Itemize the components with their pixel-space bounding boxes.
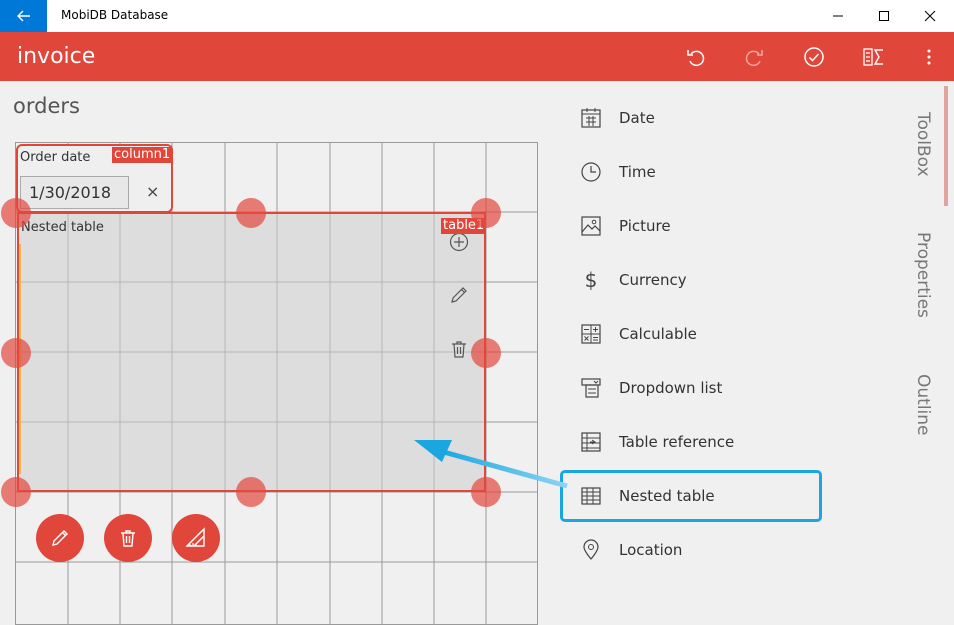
window-titlebar: MobiDB Database [0, 0, 954, 32]
side-tab-outline[interactable]: Outline [913, 374, 933, 436]
more-vertical-icon [927, 49, 931, 65]
edit-table-button[interactable] [448, 284, 470, 306]
resize-handle-bottom-left[interactable] [1, 477, 31, 507]
resize-fab-button[interactable] [172, 514, 220, 562]
formula-button[interactable] [861, 44, 887, 70]
nested-table-label: Nested table [21, 220, 104, 235]
table-reference-icon [580, 431, 602, 453]
tool-location[interactable]: Location [580, 536, 682, 564]
minimize-button[interactable] [815, 0, 861, 32]
tool-dropdown-list[interactable]: Dropdown list [580, 374, 722, 402]
save-confirm-button[interactable] [801, 44, 827, 70]
location-icon [580, 539, 602, 561]
undo-icon [687, 50, 705, 67]
tool-date-label: Date [619, 109, 655, 127]
resize-handle-bottom[interactable] [236, 477, 266, 507]
tool-time[interactable]: Time [580, 158, 656, 186]
tool-table-reference[interactable]: Table reference [580, 428, 734, 456]
column-tag: column1 [112, 147, 173, 163]
tool-time-label: Time [619, 163, 656, 181]
back-arrow-icon [16, 10, 30, 22]
resize-handle-top-left[interactable] [1, 198, 31, 228]
order-date-input[interactable]: 1/30/2018 [20, 176, 129, 209]
document-title: invoice [17, 44, 96, 69]
plus-circle-icon [449, 232, 469, 252]
maximize-button[interactable] [861, 0, 907, 32]
clear-date-button[interactable]: × [146, 182, 159, 201]
resize-handle-bottom-right[interactable] [471, 477, 501, 507]
tool-dropdown-list-label: Dropdown list [619, 379, 723, 397]
maximize-icon [879, 11, 889, 21]
side-tab-toolbox[interactable]: ToolBox [913, 112, 933, 177]
close-window-button[interactable] [907, 0, 953, 32]
dollar-icon: $ [584, 268, 598, 292]
app-title: MobiDB Database [61, 8, 169, 22]
resize-handle-top-right[interactable] [471, 198, 501, 228]
resize-handle-top[interactable] [236, 198, 266, 228]
pencil-icon [451, 287, 467, 303]
formula-sigma-icon [863, 48, 883, 66]
nested-table-field[interactable]: Nested table [17, 212, 486, 492]
trash-icon [452, 341, 466, 358]
side-tab-properties[interactable]: Properties [913, 232, 933, 318]
picture-icon [580, 215, 602, 237]
checkmark-circle-icon [804, 47, 824, 67]
redo-icon [745, 50, 763, 67]
minimize-icon [833, 15, 843, 17]
pencil-icon [52, 530, 68, 546]
delete-table-button[interactable] [448, 338, 470, 360]
more-options-button[interactable] [916, 44, 942, 70]
tool-picture-label: Picture [619, 217, 671, 235]
tool-currency[interactable]: $ Currency [580, 266, 687, 294]
close-icon [924, 10, 936, 22]
highlight-box [560, 470, 822, 522]
tool-date[interactable]: Date [580, 104, 655, 132]
add-row-button[interactable] [448, 231, 470, 253]
clock-icon [580, 161, 602, 183]
undo-button[interactable] [683, 44, 709, 70]
delete-fab-button[interactable] [104, 514, 152, 562]
tool-calculable-label: Calculable [619, 325, 697, 343]
resize-handle-right[interactable] [471, 338, 501, 368]
order-date-label: Order date [20, 150, 91, 165]
tool-picture[interactable]: Picture [580, 212, 671, 240]
order-date-value: 1/30/2018 [29, 183, 112, 202]
tool-calculable[interactable]: Calculable [580, 320, 697, 348]
dropdown-list-icon [580, 377, 602, 399]
side-tab-indicator [944, 86, 948, 206]
trash-icon [121, 530, 135, 547]
tool-table-reference-label: Table reference [619, 433, 735, 451]
set-square-ruler-icon [185, 527, 205, 547]
calendar-icon [580, 107, 602, 129]
tool-location-label: Location [619, 541, 683, 559]
tool-currency-label: Currency [619, 271, 687, 289]
edit-fab-button[interactable] [36, 514, 84, 562]
calculator-icon [580, 323, 602, 345]
back-button[interactable] [0, 0, 47, 32]
resize-handle-left[interactable] [1, 338, 31, 368]
redo-button[interactable] [741, 44, 767, 70]
page-title: orders [13, 94, 80, 118]
